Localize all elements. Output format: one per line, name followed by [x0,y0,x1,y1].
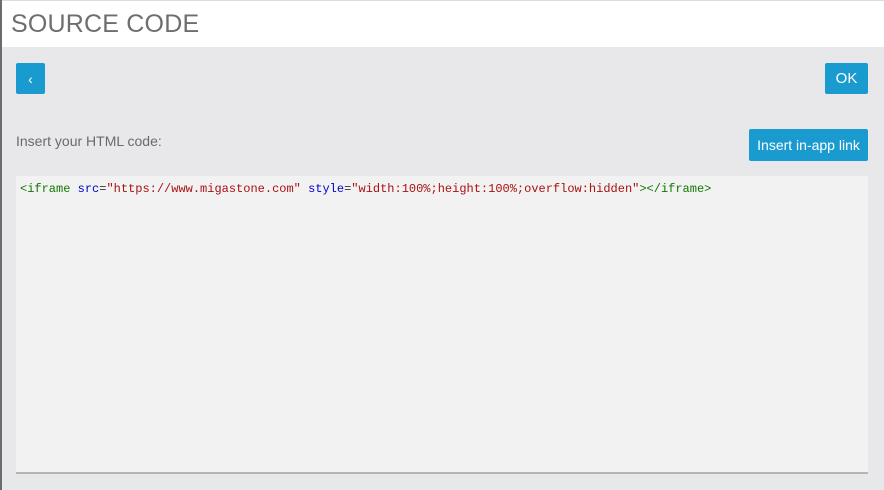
code-line: <iframe src="https://www.migastone.com" … [20,181,864,197]
code-input-label: Insert your HTML code: [16,133,162,149]
ok-button[interactable]: OK [825,63,868,94]
html-code-editor[interactable]: <iframe src="https://www.migastone.com" … [16,176,868,474]
insert-in-app-link-button[interactable]: Insert in-app link [749,129,868,161]
title-bar: SOURCE CODE [2,0,884,47]
code-open-tag: <iframe [20,182,71,196]
code-attr-style: style [308,182,345,196]
code-src-value: "https://www.migastone.com" [106,182,301,196]
chevron-left-icon: ‹ [28,70,33,87]
page-title: SOURCE CODE [11,10,200,38]
code-style-value: "width:100%;height:100%;overflow:hidden" [351,182,640,196]
code-close-tag: ></iframe> [639,182,712,196]
back-button[interactable]: ‹ [16,63,45,94]
code-attr-src: src [77,182,100,196]
source-code-dialog: SOURCE CODE ‹ OK Insert your HTML code: … [0,0,884,490]
